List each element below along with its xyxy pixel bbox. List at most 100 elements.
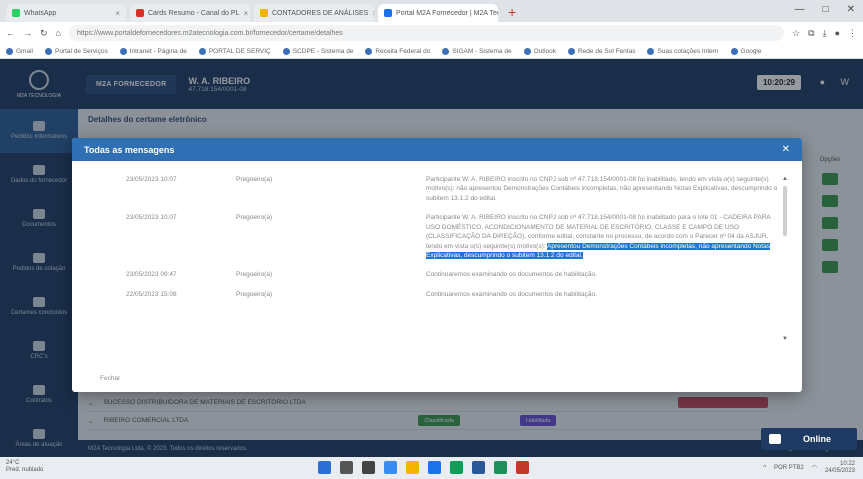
bookmark-item[interactable]: PORTAL DE SERVIÇ	[198, 47, 271, 55]
message-body: Participante W. A. RIBEIRO inscrito no C…	[426, 176, 778, 202]
message-text: Participante W. A. RIBEIRO inscrito no C…	[426, 213, 778, 260]
maximize-icon[interactable]: □	[823, 4, 829, 15]
message-text: Continuaremos examinando os documentos d…	[426, 270, 778, 279]
taskbar-app-icon[interactable]	[516, 461, 529, 474]
wifi-icon[interactable]: ◠	[812, 464, 817, 471]
tab-label: CONTADORES DE ANÁLISES	[272, 9, 369, 17]
bookmark-item[interactable]: Receita Federal do	[365, 47, 431, 55]
bookmark-favicon-icon	[647, 47, 655, 55]
browser-tab[interactable]: Portal M2A Fornecedor | M2A Tec×	[378, 4, 498, 22]
scroll-up-icon[interactable]: ▲	[782, 176, 788, 182]
reload-icon[interactable]: ↻	[40, 28, 48, 39]
message-sender: Pregoeiro(a)	[236, 214, 273, 222]
tray-date: 24/05/2023	[824, 467, 855, 474]
browser-tab-strip: WhatsApp × Cards Resumo - Canal do PL × CONT…	[0, 0, 863, 22]
bookmark-item[interactable]: Rede de Sol Fentas	[568, 47, 636, 55]
taskbar-app-icon[interactable]	[494, 461, 507, 474]
bookmark-label: Portal de Serviços	[54, 47, 108, 55]
tray-clock[interactable]: 10:22 24/05/2023	[825, 461, 855, 474]
modal-scrollbar[interactable]: ▲ ▼	[782, 176, 788, 346]
url-field[interactable]: https://www.portaldefornecedores.m2atecn…	[68, 25, 785, 41]
browser-tab[interactable]: WhatsApp ×	[6, 4, 126, 22]
bookmark-item[interactable]: SCDPE - Sistema de	[282, 47, 353, 55]
tray-arrow-icon[interactable]: ^	[763, 465, 766, 471]
bookmark-item[interactable]: Google	[730, 47, 762, 55]
tray-time: 10:22	[839, 461, 855, 467]
message-date: 23/05/2023 09:47	[126, 271, 177, 279]
address-bar-row: ← → ↻ ⌂ https://www.portaldefornecedores…	[0, 22, 863, 44]
message-date: 23/05/2023 10:07	[126, 176, 177, 183]
back-icon[interactable]: ←	[6, 28, 15, 38]
online-chat-widget[interactable]: Online	[761, 428, 857, 450]
close-tab-icon[interactable]: ×	[115, 9, 120, 18]
messages-modal: Todas as mensagens ✕ 23/05/2023 10:07 Pre…	[72, 138, 802, 392]
bookmark-item[interactable]: Gmail	[6, 47, 33, 55]
close-tab-icon[interactable]: ×	[243, 9, 248, 18]
download-icon[interactable]: ⤓	[823, 28, 827, 39]
tray-lang[interactable]: POR PTB2	[774, 465, 804, 471]
close-tab-icon[interactable]: ×	[372, 9, 374, 18]
taskbar-app-icon[interactable]	[428, 461, 441, 474]
message-row: 23/05/2023 10:07 Pregoeiro(a) Participante…	[126, 213, 778, 260]
bookmark-label: Gmail	[16, 47, 33, 55]
scroll-thumb[interactable]	[783, 186, 787, 236]
minimize-icon[interactable]: —	[795, 4, 805, 15]
taskbar-app-icon[interactable]	[362, 461, 375, 474]
home-icon[interactable]: ⌂	[56, 28, 61, 38]
bookmark-label: Receita Federal do	[375, 47, 431, 55]
message-text: Participante W. A. RIBEIRO inscrito no C…	[426, 175, 778, 203]
bookmark-favicon-icon	[44, 47, 52, 55]
close-window-icon[interactable]: ✕	[847, 4, 855, 15]
bookmark-favicon-icon	[282, 47, 290, 55]
taskbar-app-icon[interactable]	[318, 461, 331, 474]
message-body: Continuaremos examinando os documentos d…	[426, 290, 597, 298]
bookmark-favicon-icon	[442, 47, 450, 55]
messages-list: 23/05/2023 10:07 Pregoeiro(a) Participante…	[72, 161, 802, 361]
bookmark-label: Outlook	[533, 47, 556, 55]
message-sender: Pregoeiro(a)	[236, 290, 273, 298]
taskbar-app-icon[interactable]	[406, 461, 419, 474]
window-controls: — □ ✕	[795, 4, 855, 15]
tab-favicon-icon	[12, 9, 20, 17]
browser-tab[interactable]: CONTADORES DE ANÁLISES×	[254, 4, 374, 22]
tab-favicon-icon	[136, 9, 144, 17]
new-tab-icon[interactable]: +	[502, 4, 522, 22]
bookmark-favicon-icon	[6, 47, 13, 55]
message-row: 23/05/2023 10:07 Pregoeiro(a) Participante…	[126, 175, 778, 203]
bookmark-favicon-icon	[198, 47, 206, 55]
bookmark-label: Google	[740, 47, 762, 55]
weather-temp: 24°C	[6, 460, 20, 466]
taskbar-app-icon[interactable]	[384, 461, 397, 474]
chat-icon	[769, 434, 781, 444]
bookmark-item[interactable]: Suas cotações Intern	[647, 47, 719, 55]
star-icon[interactable]: ☆	[792, 28, 800, 39]
bookmark-label: Rede de Sol Fentas	[578, 47, 636, 55]
bookmark-favicon-icon	[119, 47, 127, 55]
bookmark-label: Intranet - Página de	[129, 47, 187, 55]
message-row: 22/05/2023 15:08 Pregoeiro(a) Continuaremo…	[126, 290, 778, 299]
profile-icon[interactable]: ●	[835, 28, 840, 38]
bookmark-favicon-icon	[365, 47, 373, 55]
tab-label: Portal M2A Fornecedor | M2A Tec	[396, 9, 498, 17]
bookmark-label: SIGAM - Sistema de	[452, 47, 512, 55]
scroll-down-icon[interactable]: ▼	[782, 336, 788, 342]
close-icon[interactable]: ✕	[782, 144, 790, 155]
bookmark-item[interactable]: Intranet - Página de	[119, 47, 187, 55]
bookmark-item[interactable]: Outlook	[523, 47, 556, 55]
taskbar-app-icon[interactable]	[472, 461, 485, 474]
extensions-icon[interactable]: ⧉	[808, 28, 814, 39]
browser-tab[interactable]: Cards Resumo - Canal do PL ×	[130, 4, 250, 22]
message-date: 23/05/2023 10:07	[126, 214, 177, 222]
taskbar-app-icon[interactable]	[450, 461, 463, 474]
online-label: Online	[803, 434, 832, 444]
close-button[interactable]: Fechar	[100, 375, 120, 382]
bookmark-item[interactable]: Portal de Serviços	[44, 47, 108, 55]
bookmark-label: PORTAL DE SERVIÇ	[208, 47, 271, 55]
message-text: Continuaremos examinando os documentos d…	[426, 290, 778, 299]
forward-icon[interactable]: →	[23, 28, 32, 38]
bookmark-item[interactable]: SIGAM - Sistema de	[442, 47, 512, 55]
bookmark-favicon-icon	[568, 47, 575, 55]
taskbar-app-icon[interactable]	[340, 461, 353, 474]
menu-icon[interactable]: ⋮	[848, 28, 857, 39]
weather-widget[interactable]: 24°C Pred. nublado	[6, 460, 43, 474]
